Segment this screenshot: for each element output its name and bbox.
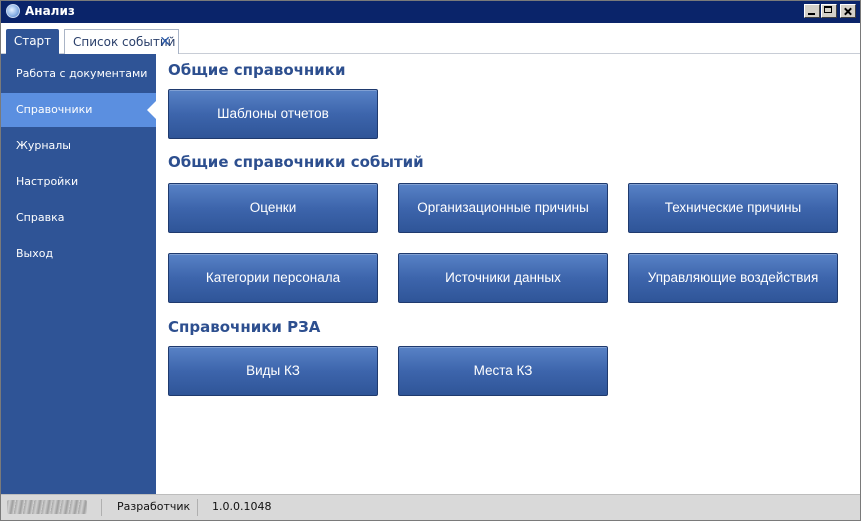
button-label: Оценки	[249, 200, 297, 215]
status-divider	[197, 499, 198, 516]
button-label: Организационные причины	[417, 200, 589, 215]
close-window-button[interactable]	[840, 4, 856, 18]
section-title-general: Общие справочники	[168, 61, 346, 79]
title-bar: Анализ	[1, 1, 860, 23]
button-label: Управляющие воздействия	[647, 270, 819, 285]
button-label: Источники данных	[445, 270, 561, 285]
short-circuit-types-button[interactable]: Виды КЗ	[168, 346, 378, 396]
button-label: Технические причины	[664, 200, 802, 215]
personnel-categories-button[interactable]: Категории персонала	[168, 253, 378, 303]
section-title-events: Общие справочники событий	[168, 153, 424, 171]
technical-causes-button[interactable]: Технические причины	[628, 183, 838, 233]
active-indicator-icon	[148, 101, 157, 119]
close-icon[interactable]: ✕	[159, 30, 171, 54]
sidebar-item-exit[interactable]: Выход	[1, 237, 156, 271]
button-label: Категории персонала	[205, 270, 341, 285]
tab-strip: Старт Список событий ✕	[1, 23, 860, 54]
user-name-blurred	[7, 500, 87, 514]
app-window: Анализ Старт Список событий ✕ Работа с д…	[0, 0, 861, 521]
tab-event-list[interactable]: Список событий ✕	[64, 29, 179, 54]
status-divider	[101, 499, 102, 516]
status-role: Разработчик	[117, 500, 191, 513]
status-bar: Разработчик 1.0.0.1048	[1, 494, 860, 520]
data-sources-button[interactable]: Источники данных	[398, 253, 608, 303]
ratings-button[interactable]: Оценки	[168, 183, 378, 233]
main-content: Общие справочники Шаблоны отчетов Общие …	[156, 54, 860, 494]
sidebar-item-label: Справочники	[16, 103, 93, 116]
window-title: Анализ	[25, 4, 75, 18]
sidebar-item-settings[interactable]: Настройки	[1, 165, 156, 199]
report-templates-button[interactable]: Шаблоны отчетов	[168, 89, 378, 139]
sidebar: Работа с документами Справочники Журналы…	[1, 54, 157, 494]
button-label: Места КЗ	[473, 363, 533, 378]
sidebar-item-help[interactable]: Справка	[1, 201, 156, 235]
organizational-causes-button[interactable]: Организационные причины	[398, 183, 608, 233]
minimize-button[interactable]	[804, 4, 820, 18]
button-label: Шаблоны отчетов	[217, 106, 329, 121]
sidebar-item-documents[interactable]: Работа с документами	[1, 57, 156, 91]
control-actions-button[interactable]: Управляющие воздействия	[628, 253, 838, 303]
section-title-rza: Справочники РЗА	[168, 318, 321, 336]
status-version: 1.0.0.1048	[212, 500, 272, 513]
short-circuit-locations-button[interactable]: Места КЗ	[398, 346, 608, 396]
maximize-button[interactable]	[821, 4, 837, 18]
button-label: Виды КЗ	[246, 363, 300, 378]
sidebar-item-journals[interactable]: Журналы	[1, 129, 156, 163]
sidebar-item-references[interactable]: Справочники	[1, 93, 157, 127]
app-logo-icon	[6, 4, 20, 18]
tab-start[interactable]: Старт	[6, 29, 59, 54]
